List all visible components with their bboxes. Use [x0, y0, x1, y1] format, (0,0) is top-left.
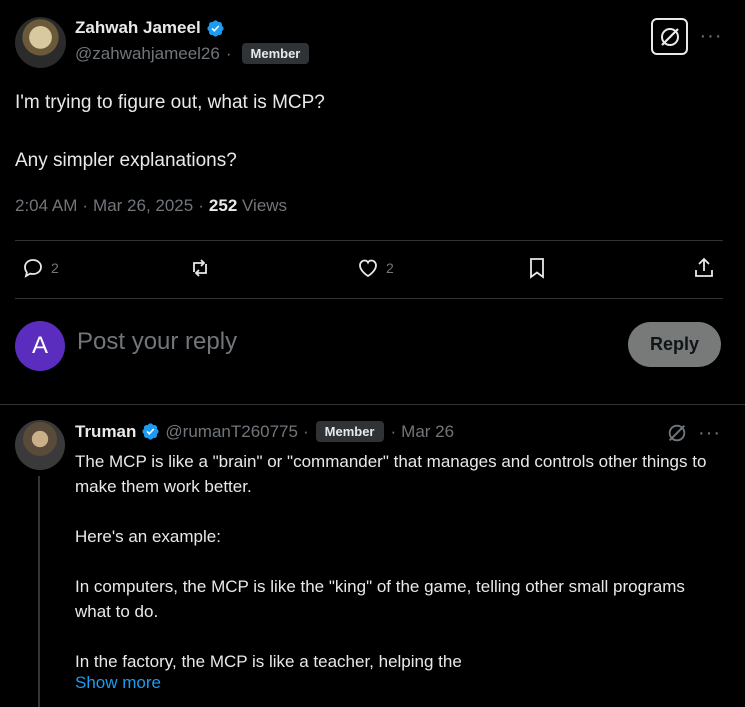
bookmark-action[interactable] [525, 256, 549, 280]
grok-icon[interactable] [666, 422, 688, 444]
commenter-handle[interactable]: @rumanT260775 [165, 422, 298, 442]
post-text-line: I'm trying to figure out, what is MCP? [15, 92, 325, 113]
verified-badge-icon [142, 423, 160, 440]
author-name[interactable]: Zahwah Jameel [75, 18, 201, 38]
post-meta: 2:04 AM · Mar 26, 2025 · 252 Views [15, 196, 288, 216]
repost-icon [193, 259, 207, 277]
author-name-row: Zahwah Jameel [75, 18, 225, 38]
more-icon[interactable]: ··· [698, 422, 721, 445]
views-label: Views [242, 196, 288, 215]
post-time[interactable]: 2:04 AM [15, 196, 77, 216]
more-icon[interactable]: ··· [698, 23, 724, 49]
like-action[interactable]: 2 [356, 256, 394, 280]
comment-header: Truman @rumanT260775 · Member · Mar 26 [75, 421, 455, 442]
show-more-link[interactable]: Show more [75, 673, 161, 693]
author-avatar[interactable] [15, 17, 66, 68]
reply-count: 2 [51, 260, 59, 276]
bookmark-icon [530, 258, 544, 279]
member-badge[interactable]: Member [241, 43, 310, 64]
divider [15, 298, 723, 299]
author-handle[interactable]: @zahwahjameel26 [75, 44, 220, 64]
commenter-avatar[interactable] [15, 420, 65, 470]
like-icon [359, 259, 377, 278]
member-badge[interactable]: Member [315, 421, 384, 442]
comment-text: The MCP is like a "brain" or "commander"… [75, 449, 725, 674]
comment-text-line: The MCP is like a "brain" or "commander"… [75, 452, 707, 496]
separator-dot: · [225, 43, 232, 63]
divider [15, 240, 723, 241]
action-bar: 2 2 [15, 250, 723, 288]
views-count: 252 [208, 196, 238, 215]
reply-action[interactable]: 2 [21, 256, 59, 280]
share-action[interactable] [692, 256, 716, 280]
post-text: I'm trying to figure out, what is MCP? A… [15, 88, 715, 175]
reply-button[interactable]: Reply [628, 322, 721, 367]
section-divider [0, 404, 745, 405]
comment-date[interactable]: Mar 26 [401, 422, 454, 442]
grok-button[interactable] [651, 18, 688, 55]
composer-avatar[interactable]: A [15, 321, 65, 371]
reply-input[interactable]: Post your reply [77, 328, 237, 356]
grok-icon [660, 27, 679, 46]
commenter-name[interactable]: Truman [75, 422, 136, 442]
verified-badge-icon [207, 19, 224, 37]
comment-text-line: Here's an example: [75, 527, 221, 546]
thread-line [38, 476, 40, 707]
comment-text-line: In computers, the MCP is like the "king"… [75, 577, 685, 621]
repost-action[interactable] [188, 256, 212, 280]
post-date[interactable]: Mar 26, 2025 [93, 196, 193, 216]
like-count: 2 [386, 260, 394, 276]
share-icon [695, 257, 713, 277]
comment-text-line: In the factory, the MCP is like a teache… [75, 652, 462, 671]
author-handle-row: @zahwahjameel26 · Member [75, 43, 310, 64]
reply-icon [24, 259, 42, 278]
post-text-line: Any simpler explanations? [15, 150, 237, 171]
